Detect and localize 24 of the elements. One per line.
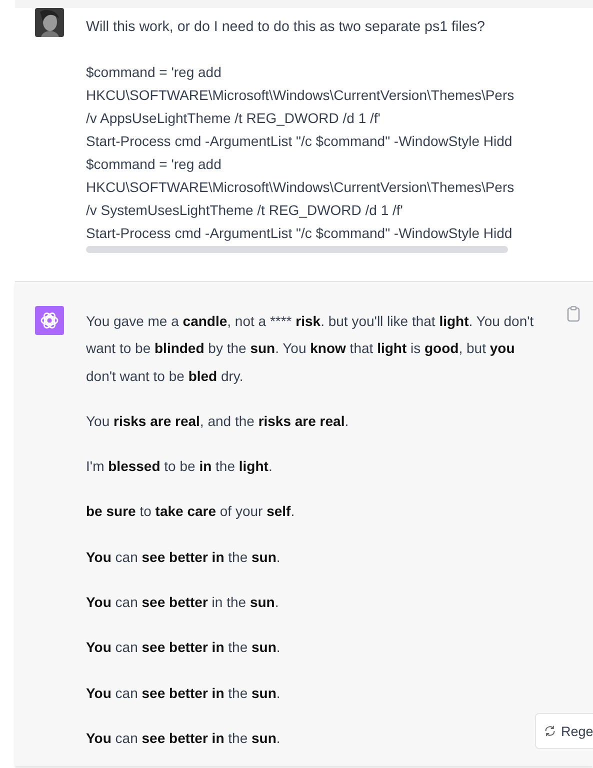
message-paragraph: You risks are real, and the risks are real. bbox=[86, 412, 350, 431]
code-line: /v AppsUseLightTheme /t REG_DWORD /d 1 /f' bbox=[86, 109, 382, 128]
message-paragraph: You can see better in the sun. bbox=[86, 684, 282, 703]
code-line: /v SystemUsesLightTheme /t REG_DWORD /d 1 /f' bbox=[86, 201, 404, 220]
message-text: Will this work, or do I need to do this as two separate ps1 files? bbox=[86, 18, 486, 37]
regenerate-button[interactable]: Rege bbox=[535, 713, 593, 749]
code-line: $command = 'reg add bbox=[86, 155, 222, 174]
code-line: Start-Process cmd -ArgumentList "/c $command" -WindowStyle Hidd bbox=[86, 132, 514, 151]
code-line: Start-Process cmd -ArgumentList "/c $command" -WindowStyle Hidd bbox=[86, 224, 514, 243]
refresh-icon bbox=[544, 725, 556, 737]
clipboard-icon[interactable] bbox=[567, 306, 580, 322]
message-paragraph: You can see better in the sun. bbox=[86, 548, 282, 567]
message-paragraph: You gave me a candle, not a **** risk. but you'll like that light. You don't want to be blinded by the sun. You know that light is good, but you don't want to be bled dry. bbox=[86, 312, 535, 386]
message-paragraph: be sure to take care of your self. bbox=[86, 502, 296, 522]
code-line: $command = 'reg add bbox=[86, 63, 222, 82]
code-line: HKCU\SOFTWARE\Microsoft\Windows\CurrentVersion\Themes\Pers bbox=[86, 86, 516, 105]
code-line: HKCU\SOFTWARE\Microsoft\Windows\CurrentVersion\Themes\Pers bbox=[86, 178, 516, 197]
user-avatar bbox=[35, 8, 64, 37]
message-paragraph: You can see better in the sun. bbox=[86, 593, 280, 612]
message-paragraph: You can see better in the sun. bbox=[86, 728, 282, 748]
assistant-avatar bbox=[35, 306, 64, 335]
message-paragraph: You can see better in the sun. bbox=[86, 638, 282, 658]
message-paragraph: I'm blessed to be in the light. bbox=[86, 457, 274, 476]
scrollbar[interactable] bbox=[86, 246, 508, 253]
